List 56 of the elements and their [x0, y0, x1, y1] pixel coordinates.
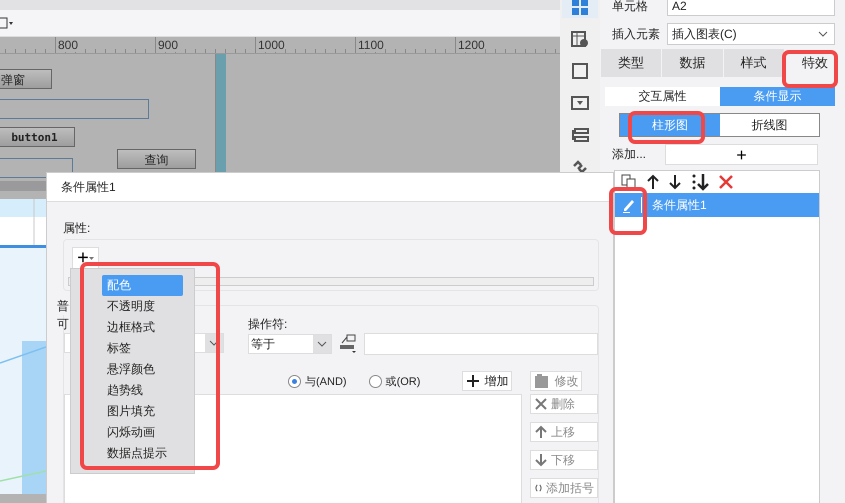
edit-icon[interactable]	[621, 197, 642, 213]
up-icon	[534, 425, 548, 439]
ruler-label: 1100	[356, 38, 384, 52]
value-field[interactable]	[364, 333, 598, 355]
canvas-button[interactable]: button1	[0, 127, 75, 147]
text-field[interactable]	[0, 99, 149, 119]
operator-dropdown[interactable]: 等于	[248, 334, 332, 354]
menu-item[interactable]: 图片填充	[102, 401, 183, 422]
cell-field[interactable]: A2	[667, 0, 835, 16]
down-arrow-icon[interactable]	[669, 174, 681, 190]
canvas-button[interactable]: 弹窗	[0, 69, 52, 89]
menu-item[interactable]: 标签	[102, 338, 183, 359]
menu-item[interactable]: 数据点提示	[102, 443, 183, 464]
add-button[interactable]: +	[665, 144, 818, 165]
menu-item[interactable]: 不透明度	[102, 296, 183, 317]
menu-item[interactable]: 趋势线	[102, 380, 183, 401]
tab[interactable]: 交互属性	[605, 87, 720, 106]
canvas-button[interactable]: 查询	[117, 149, 196, 169]
grid-icon[interactable]	[562, 0, 598, 18]
value-type-icon[interactable]	[338, 334, 358, 354]
menu-item[interactable]: 边框格式	[102, 317, 183, 338]
delete-icon	[534, 397, 548, 411]
menu-item[interactable]: 闪烁动画	[102, 422, 183, 443]
caret-icon[interactable]	[209, 340, 219, 346]
highlight-frame	[609, 187, 647, 235]
move-to-bottom-icon[interactable]	[691, 173, 709, 191]
add-label: 添加...	[612, 146, 648, 163]
radio-button[interactable]: 或(OR)	[368, 374, 420, 388]
menu-item[interactable]: 悬浮颜色	[102, 359, 183, 380]
caret-icon[interactable]	[818, 31, 828, 37]
delete-icon[interactable]	[719, 175, 733, 189]
dialog-title: 条件属性1	[47, 173, 613, 202]
copy-icon[interactable]	[621, 174, 637, 190]
highlight-frame	[782, 50, 838, 88]
add-button[interactable]: 增加	[462, 371, 512, 391]
border-icon[interactable]	[0, 16, 13, 30]
operator-label: 操作符:	[248, 316, 288, 333]
plus-icon	[466, 374, 480, 388]
tab[interactable]: 类型	[601, 49, 662, 77]
field-label: 可	[57, 316, 69, 333]
properties-label: 属性:	[63, 220, 92, 237]
tab[interactable]: 样式	[724, 49, 784, 77]
tab[interactable]: 数据	[662, 49, 722, 77]
ruler-label: 800	[56, 38, 78, 52]
insert-element-label: 插入元素	[612, 26, 661, 42]
up-arrow-icon[interactable]	[647, 174, 659, 190]
ruler-label: 900	[156, 38, 178, 52]
insert-dropdown[interactable]: 插入图表(C)	[667, 23, 835, 45]
group-legend: 普	[57, 298, 69, 315]
ruler-label: 1200	[456, 38, 485, 52]
down-icon	[534, 453, 548, 467]
ruler-label: 1000	[256, 38, 285, 52]
radio-button[interactable]: 与(AND)	[288, 374, 347, 388]
caret-icon[interactable]	[317, 341, 327, 347]
chart-type-tab[interactable]: 折线图	[720, 114, 819, 136]
caret-icon[interactable]	[88, 256, 94, 260]
